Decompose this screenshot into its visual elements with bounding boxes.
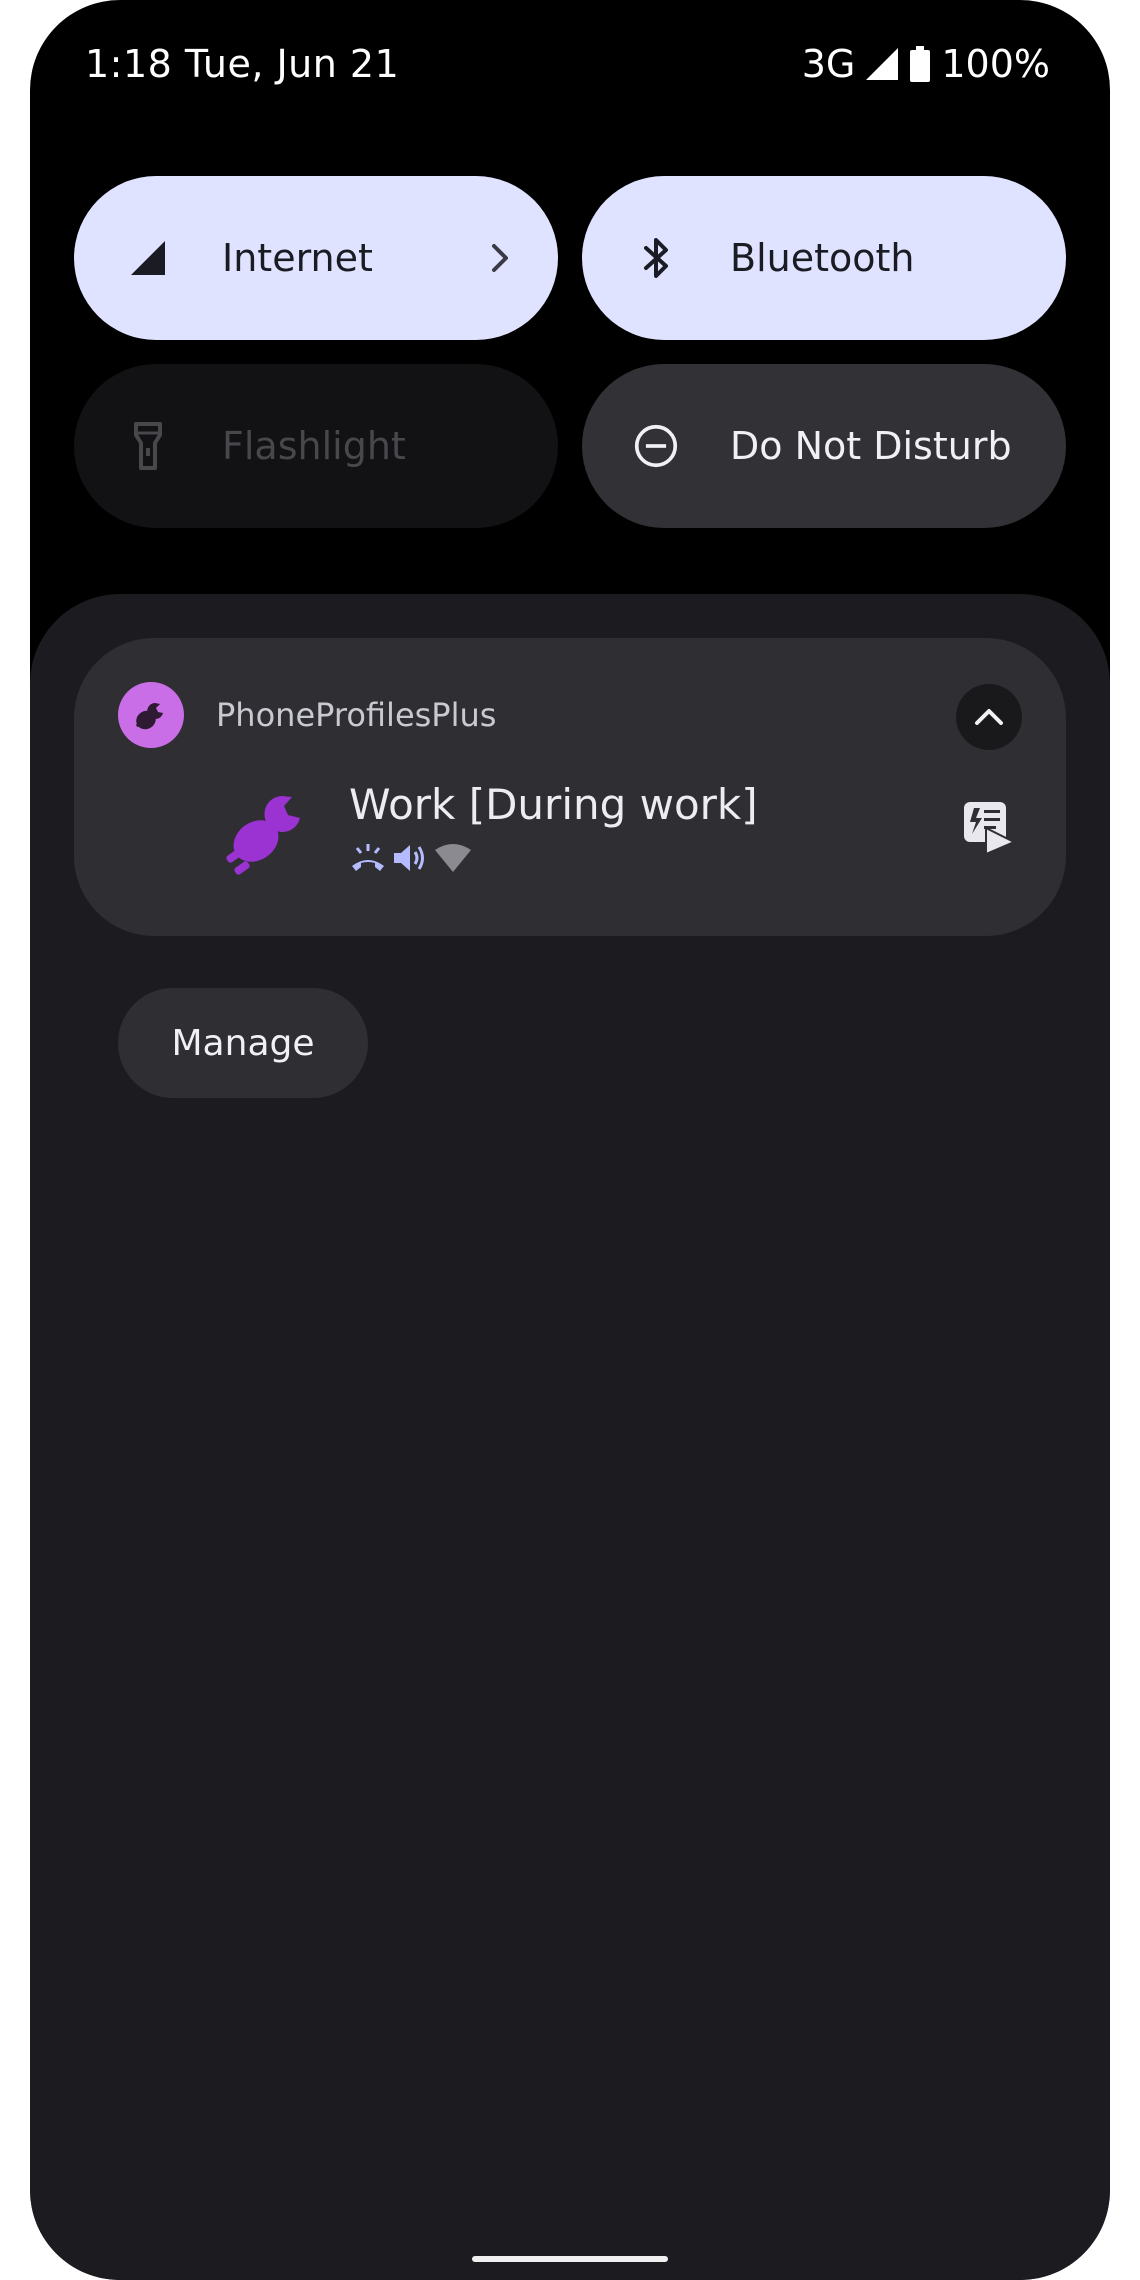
collapse-button[interactable] <box>956 684 1022 750</box>
chevron-right-icon <box>492 244 508 272</box>
status-bar: 1:18 Tue, Jun 21 3G 100% <box>30 0 1110 130</box>
app-icon <box>118 682 184 748</box>
ringer-icon <box>352 844 384 871</box>
manage-button[interactable]: Manage <box>118 988 368 1098</box>
tile-internet-label: Internet <box>222 236 373 280</box>
app-name: PhoneProfilesPlus <box>216 696 497 734</box>
device-screen: 1:18 Tue, Jun 21 3G 100% Internet Blueto <box>30 0 1110 2280</box>
status-indicators: 3G 100% <box>802 42 1050 86</box>
battery-level: 100% <box>941 42 1050 86</box>
network-type: 3G <box>801 42 856 86</box>
flashlight-icon <box>126 422 170 470</box>
status-time-date: 1:18 Tue, Jun 21 <box>85 42 400 86</box>
tile-bluetooth-label: Bluetooth <box>730 236 915 280</box>
volume-icon <box>394 845 424 871</box>
signal-icon <box>126 236 170 280</box>
home-indicator[interactable] <box>472 2256 668 2262</box>
tile-internet[interactable]: Internet <box>74 176 558 340</box>
tile-do-not-disturb[interactable]: Do Not Disturb <box>582 364 1066 528</box>
tile-bluetooth[interactable]: Bluetooth <box>582 176 1066 340</box>
do-not-disturb-icon <box>634 424 678 468</box>
tile-dnd-label: Do Not Disturb <box>730 424 1012 468</box>
profile-large-icon <box>226 796 300 875</box>
activate-profile-icon[interactable] <box>960 798 1016 854</box>
notification-card[interactable]: PhoneProfilesPlus Work [During work] <box>74 638 1066 936</box>
wifi-icon <box>435 844 471 872</box>
cell-signal-icon <box>865 47 899 81</box>
notification-title: Work [During work] <box>349 780 758 829</box>
bluetooth-icon <box>634 236 678 280</box>
notification-shade: PhoneProfilesPlus Work [During work] Man… <box>30 594 1110 2280</box>
tile-flashlight-label: Flashlight <box>222 424 406 468</box>
battery-icon <box>909 46 931 82</box>
tile-flashlight[interactable]: Flashlight <box>74 364 558 528</box>
chevron-up-icon <box>975 709 1003 725</box>
profile-status-icons <box>349 841 473 875</box>
